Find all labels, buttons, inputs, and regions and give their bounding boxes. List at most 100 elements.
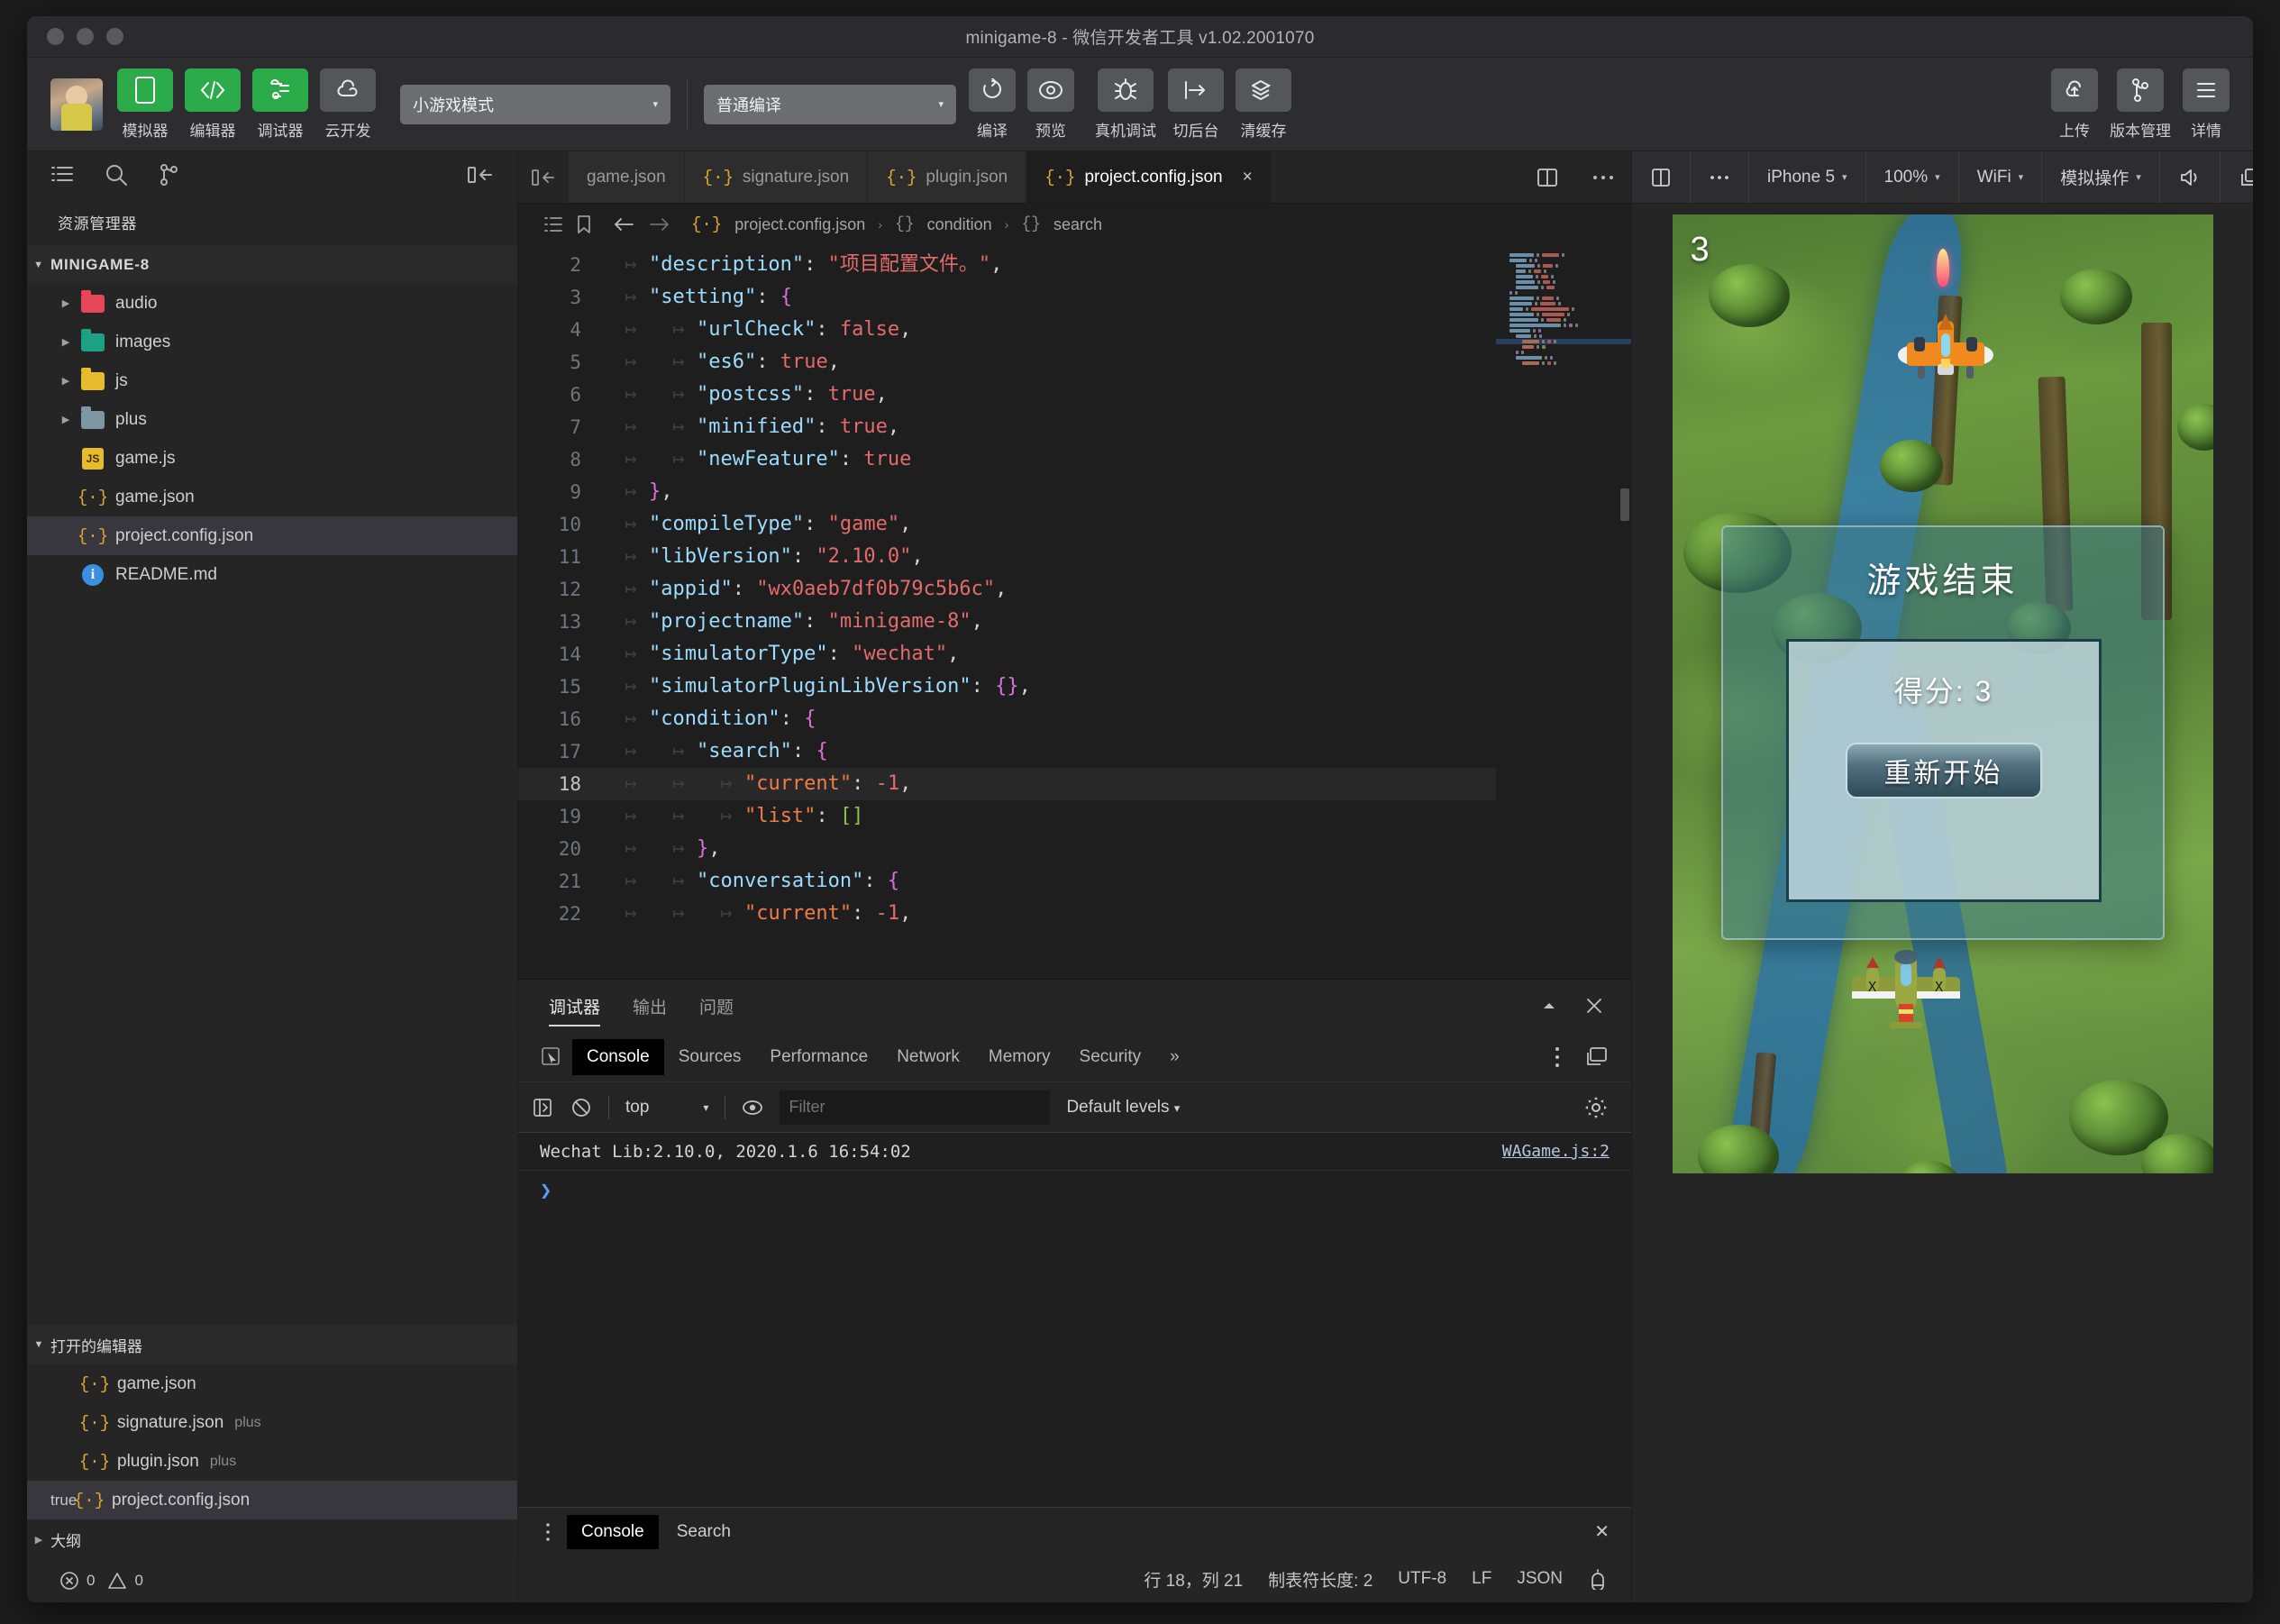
status-eol[interactable]: LF (1472, 1569, 1491, 1589)
code-line[interactable]: 15 ↦ "simulatorPluginLibVersion": {}, (518, 671, 1496, 703)
open-editor-project-config-json[interactable]: true {·} project.config.json (27, 1481, 517, 1519)
devtools-tab-performance[interactable]: Performance (755, 1039, 882, 1075)
forward-arrow-icon[interactable] (648, 215, 671, 233)
tab-scroll-left-icon[interactable] (518, 151, 569, 203)
editor-tab-plugin-json[interactable]: {·} plugin.json (868, 151, 1027, 203)
code-line[interactable]: 13 ↦ "projectname": "minigame-8", (518, 606, 1496, 638)
outline-header[interactable]: ▶ 大纲 (27, 1519, 517, 1559)
console-message-source[interactable]: WAGame.js:2 (1502, 1142, 1610, 1161)
game-canvas[interactable]: 3 X X 游戏结束 得分: 3 重新开始 (1672, 214, 2213, 1173)
console-output[interactable]: Wechat Lib:2.10.0, 2020.1.6 16:54:02 WAG… (518, 1133, 1631, 1507)
back-arrow-icon[interactable] (612, 215, 635, 233)
split-editor-icon[interactable] (1519, 151, 1575, 203)
tree-item-game-js[interactable]: JS game.js (27, 439, 517, 478)
devtools-tab-output[interactable]: 输出 (633, 980, 667, 1032)
tree-item-project-config-json[interactable]: {·} project.config.json (27, 516, 517, 555)
tree-item-plus[interactable]: ▶ plus (27, 400, 517, 439)
code-line[interactable]: 18 ↦ ↦ ↦ "current": -1, (518, 768, 1496, 800)
code-line[interactable]: 17 ↦ ↦ "search": { (518, 735, 1496, 768)
console-levels-select[interactable]: Default levels ▾ (1066, 1098, 1180, 1118)
close-window-button[interactable] (47, 28, 64, 45)
code-line[interactable]: 5 ↦ ↦ "es6": true, (518, 346, 1496, 379)
code-line[interactable]: 21 ↦ ↦ "conversation": { (518, 865, 1496, 898)
dock-side-icon[interactable] (1584, 1046, 1608, 1068)
tree-item-readme-md[interactable]: i README.md (27, 555, 517, 594)
minimize-window-button[interactable] (77, 28, 94, 45)
close-icon[interactable] (1584, 996, 1604, 1016)
toolbar-action-preview[interactable]: 预览 (1027, 68, 1074, 141)
close-icon[interactable]: true (50, 1492, 77, 1510)
clear-console-icon[interactable] (570, 1097, 592, 1118)
drawer-close-icon[interactable]: ✕ (1594, 1520, 1631, 1543)
source-control-icon[interactable] (159, 163, 180, 187)
console-settings[interactable] (1584, 1096, 1631, 1119)
devtools-tab-console[interactable]: Console (572, 1038, 664, 1075)
zoom-window-button[interactable] (106, 28, 123, 45)
compile-select[interactable]: 普通编译 ▾ (704, 84, 956, 124)
devtools-tab-problems[interactable]: 问题 (699, 980, 734, 1032)
detach-icon[interactable] (2221, 151, 2253, 203)
devtools-tab-security[interactable]: Security (1065, 1039, 1156, 1075)
devtools-tab-debugger[interactable]: 调试器 (549, 980, 601, 1032)
execution-context-icon[interactable] (533, 1097, 554, 1118)
code-line[interactable]: 20 ↦ ↦ }, (518, 833, 1496, 865)
window-controls[interactable] (27, 28, 123, 45)
editor-tab-game-json[interactable]: game.json (569, 151, 685, 203)
open-editor-plugin-json[interactable]: {·} plugin.json plus (27, 1442, 517, 1481)
simulator-device-select[interactable]: iPhone 5 ▾ (1749, 151, 1866, 203)
devtools-tab-sources[interactable]: Sources (664, 1039, 756, 1075)
toolbar-action-clearcache[interactable]: 清缓存 (1236, 68, 1291, 141)
toolbar-action-compile[interactable]: 编译 (969, 68, 1016, 141)
console-message[interactable]: Wechat Lib:2.10.0, 2020.1.6 16:54:02 WAG… (518, 1133, 1631, 1171)
console-filter-input[interactable] (780, 1090, 1051, 1125)
code-line[interactable]: 3 ↦ "setting": { (518, 281, 1496, 314)
editor-tab-project-config-json[interactable]: {·} project.config.json × (1026, 151, 1272, 203)
code-content[interactable]: 2 ↦ "description": "项目配置文件。", 3 ↦ "settin… (518, 245, 1496, 979)
inspect-element-icon[interactable] (531, 1046, 572, 1068)
problems-status[interactable]: 0 0 (27, 1559, 517, 1602)
toolbar-action-realdevice[interactable]: 真机调试 (1095, 68, 1156, 141)
restart-button[interactable]: 重新开始 (1845, 743, 2042, 798)
open-editor-signature-json[interactable]: {·} signature.json plus (27, 1403, 517, 1442)
search-icon[interactable] (105, 163, 128, 187)
tree-item-game-json[interactable]: {·} game.json (27, 478, 517, 516)
drawer-tab-search[interactable]: Search (662, 1515, 745, 1549)
volume-icon[interactable] (2160, 151, 2221, 203)
execution-context-select[interactable]: top ▾ (625, 1098, 708, 1118)
simulator-split-icon[interactable] (1632, 151, 1691, 203)
code-line[interactable]: 2 ↦ "description": "项目配置文件。", (518, 249, 1496, 281)
simulator-more-icon[interactable] (1691, 151, 1749, 203)
collapse-icon[interactable] (1541, 1000, 1557, 1011)
list-icon[interactable] (50, 165, 74, 185)
toolbar-action-details[interactable]: 详情 (2183, 68, 2230, 141)
drawer-tab-console[interactable]: Console (567, 1514, 659, 1549)
code-line[interactable]: 22 ↦ ↦ ↦ "current": -1, (518, 898, 1496, 930)
code-line[interactable]: 14 ↦ "simulatorType": "wechat", (518, 638, 1496, 671)
more-actions-icon[interactable] (1575, 151, 1631, 203)
kebab-menu-icon[interactable] (1554, 1045, 1561, 1069)
console-prompt[interactable]: ❯ (518, 1171, 1631, 1210)
status-encoding[interactable]: UTF-8 (1398, 1569, 1446, 1589)
devtools-more-tabs[interactable]: » (1155, 1039, 1194, 1075)
bookmark-icon[interactable] (576, 214, 592, 234)
code-line[interactable]: 16 ↦ "condition": { (518, 703, 1496, 735)
breadcrumb-condition[interactable]: condition (927, 215, 992, 234)
toolbar-button-debugger[interactable]: 调试器 (252, 68, 308, 141)
devtools-tab-memory[interactable]: Memory (974, 1039, 1065, 1075)
code-line[interactable]: 6 ↦ ↦ "postcss": true, (518, 379, 1496, 411)
code-line[interactable]: 19 ↦ ↦ ↦ "list": [] (518, 800, 1496, 833)
tree-item-images[interactable]: ▶ images (27, 323, 517, 361)
notification-bell-icon[interactable] (1588, 1568, 1608, 1590)
code-line[interactable]: 9 ↦ }, (518, 476, 1496, 508)
outline-icon[interactable] (543, 215, 563, 233)
editor-tab-signature-json[interactable]: {·} signature.json (684, 151, 869, 203)
simulator-network-select[interactable]: WiFi ▾ (1959, 151, 2043, 203)
code-line[interactable]: 8 ↦ ↦ "newFeature": true (518, 443, 1496, 476)
close-icon[interactable]: × (1243, 168, 1253, 187)
open-editor-game-json[interactable]: {·} game.json (27, 1364, 517, 1403)
toolbar-action-background[interactable]: 切后台 (1168, 68, 1224, 141)
toolbar-button-editor[interactable]: 编辑器 (185, 68, 241, 141)
minimap[interactable] (1496, 245, 1631, 979)
toolbar-action-upload[interactable]: 上传 (2051, 68, 2098, 141)
code-line[interactable]: 12 ↦ "appid": "wx0aeb7df0b79c5b6c", (518, 573, 1496, 606)
